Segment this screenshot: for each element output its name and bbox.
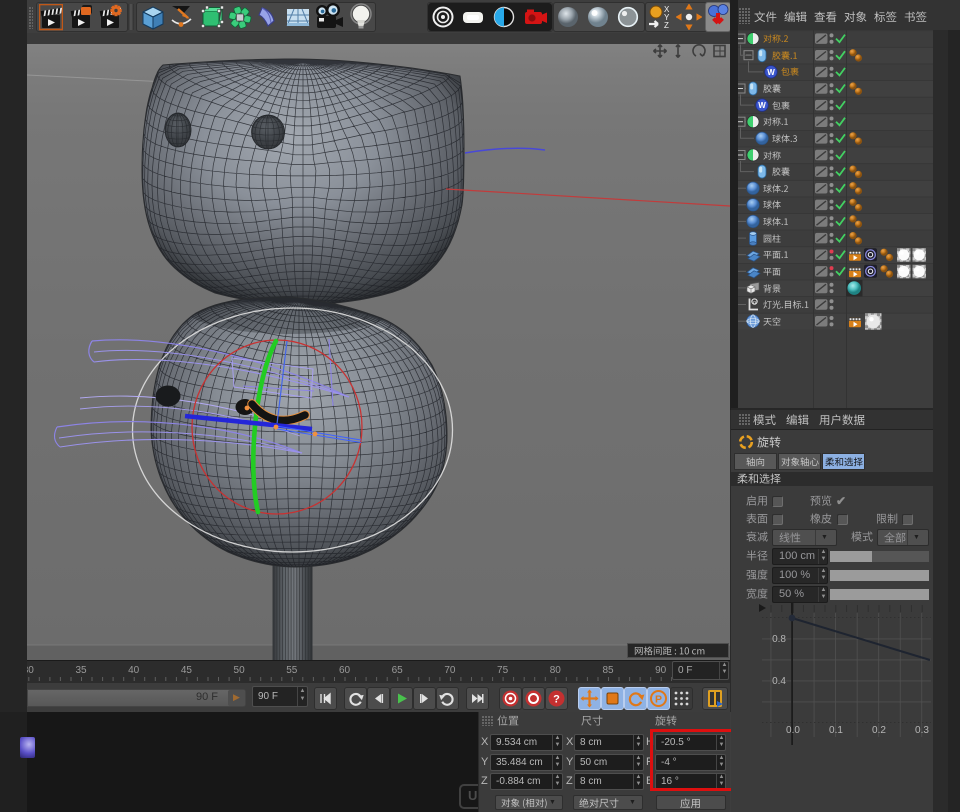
svg-text:40: 40 — [128, 665, 140, 676]
svg-text:30: 30 — [27, 665, 34, 676]
svg-text:35: 35 — [75, 665, 87, 676]
svg-text:0.2: 0.2 — [872, 725, 886, 736]
svg-text:70: 70 — [444, 665, 456, 676]
svg-text:65: 65 — [392, 665, 404, 676]
svg-text:?: ? — [553, 694, 560, 706]
svg-text:75: 75 — [497, 665, 509, 676]
svg-text:W: W — [758, 101, 766, 110]
svg-text:0.4: 0.4 — [772, 676, 786, 687]
svg-text:0.0: 0.0 — [786, 725, 800, 736]
svg-text:0.8: 0.8 — [772, 634, 786, 645]
svg-text:50: 50 — [234, 665, 246, 676]
svg-text:80: 80 — [550, 665, 562, 676]
svg-text:55: 55 — [286, 665, 298, 676]
svg-text:0.1: 0.1 — [829, 725, 843, 736]
svg-text:85: 85 — [602, 665, 614, 676]
svg-text:W: W — [767, 68, 775, 77]
svg-text:90: 90 — [655, 665, 667, 676]
svg-text:45: 45 — [181, 665, 193, 676]
svg-text:0.3: 0.3 — [915, 725, 929, 736]
svg-text:P: P — [655, 694, 662, 706]
svg-text:Z: Z — [664, 21, 669, 30]
svg-text:60: 60 — [339, 665, 351, 676]
svg-text:o: o — [753, 300, 756, 306]
